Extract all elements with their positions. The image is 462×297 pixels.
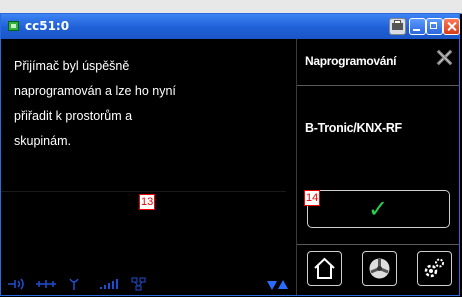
confirm-button[interactable]: ✓ (307, 190, 450, 228)
message-line: skupinám. (14, 134, 71, 148)
divider (297, 244, 460, 245)
window-title: cc51:0 (25, 19, 70, 33)
bars-icon (100, 279, 118, 289)
app-icon (8, 21, 19, 31)
fan-icon (369, 258, 390, 279)
home-icon (314, 257, 335, 279)
status-bar (1, 275, 296, 295)
home-button[interactable] (307, 251, 342, 286)
printer-icon (392, 20, 403, 30)
scroll-arrows[interactable] (267, 280, 289, 290)
message-panel: Přijímač byl úspěšně naprogramován a lze… (1, 39, 296, 295)
titlebar[interactable]: cc51:0 (1, 14, 460, 39)
gear-icon (424, 258, 444, 278)
close-button[interactable] (443, 18, 460, 35)
network-icon (131, 277, 146, 291)
arrow-down-icon[interactable] (267, 281, 277, 290)
maximize-button[interactable] (426, 18, 443, 35)
message-text: Přijímač byl úspěšně naprogramován a lze… (14, 54, 274, 154)
marker-14: 14 (304, 190, 321, 206)
message-line: Přijímač byl úspěšně (14, 59, 130, 73)
programming-panel: Naprogramování B-Tronic/KNX-RF ✓ 14 (296, 39, 460, 295)
device-name: B-Tronic/KNX-RF (305, 121, 402, 135)
checkmark-icon: ✓ (368, 195, 389, 223)
divider (1, 191, 286, 192)
minimize-button[interactable] (409, 18, 426, 35)
marker-13: 13 (139, 194, 156, 210)
app-window: cc51:0 Přijímač byl úspěšně naprogramová… (0, 13, 460, 296)
link-icon (36, 280, 56, 288)
signal-icon (8, 278, 24, 290)
antenna-icon (69, 278, 79, 290)
message-line: naprogramován a lze ho nyní (14, 84, 176, 98)
top-strip (0, 0, 462, 14)
panel-title: Naprogramování (305, 54, 397, 68)
fan-button[interactable] (362, 251, 397, 286)
panel-close-icon[interactable] (437, 50, 452, 65)
settings-button[interactable] (417, 251, 452, 286)
arrow-up-icon[interactable] (278, 280, 288, 289)
divider (297, 85, 460, 86)
message-line: přiřadit k prostorům a (14, 109, 133, 123)
print-button[interactable] (389, 18, 406, 35)
